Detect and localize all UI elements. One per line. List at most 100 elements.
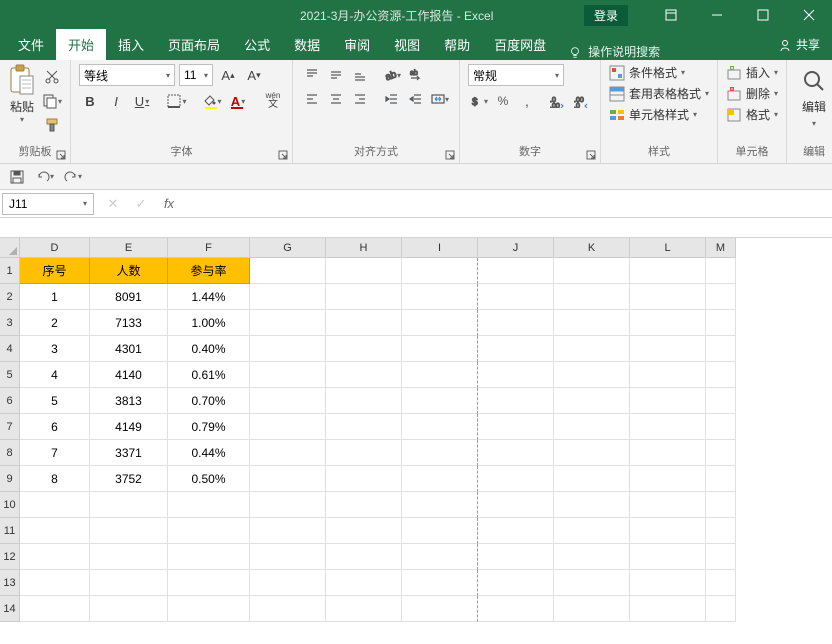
cell-J3[interactable] bbox=[478, 310, 554, 336]
cell-K2[interactable] bbox=[554, 284, 630, 310]
cell-H12[interactable] bbox=[326, 544, 402, 570]
number-dialog-launcher[interactable] bbox=[586, 147, 598, 159]
editing-button[interactable]: 编辑 ▾ bbox=[795, 64, 832, 128]
cell-E14[interactable] bbox=[90, 596, 168, 622]
tab-layout[interactable]: 页面布局 bbox=[156, 29, 232, 60]
column-header[interactable]: K bbox=[554, 238, 630, 258]
cell-H5[interactable] bbox=[326, 362, 402, 388]
cell-J7[interactable] bbox=[478, 414, 554, 440]
cell-K13[interactable] bbox=[554, 570, 630, 596]
align-middle-button[interactable] bbox=[325, 64, 347, 86]
cell-K5[interactable] bbox=[554, 362, 630, 388]
format-painter-button[interactable] bbox=[42, 116, 62, 134]
cell-styles-button[interactable]: 单元格样式 ▾ bbox=[609, 106, 709, 123]
cell-L9[interactable] bbox=[630, 466, 706, 492]
cell-M10[interactable] bbox=[706, 492, 736, 518]
cell-I11[interactable] bbox=[402, 518, 478, 544]
cell-F1[interactable]: 参与率 bbox=[168, 258, 250, 284]
row-header[interactable]: 10 bbox=[0, 492, 20, 518]
align-right-button[interactable] bbox=[349, 88, 371, 110]
save-button[interactable] bbox=[6, 166, 28, 188]
cell-D6[interactable]: 5 bbox=[20, 388, 90, 414]
cell-G3[interactable] bbox=[250, 310, 326, 336]
cell-M12[interactable] bbox=[706, 544, 736, 570]
cell-M1[interactable] bbox=[706, 258, 736, 284]
wrap-text-button[interactable]: ab bbox=[405, 64, 427, 86]
cell-L10[interactable] bbox=[630, 492, 706, 518]
cell-K4[interactable] bbox=[554, 336, 630, 362]
cell-H6[interactable] bbox=[326, 388, 402, 414]
cell-L12[interactable] bbox=[630, 544, 706, 570]
cell-I4[interactable] bbox=[402, 336, 478, 362]
cell-M5[interactable] bbox=[706, 362, 736, 388]
cell-G1[interactable] bbox=[250, 258, 326, 284]
row-header[interactable]: 7 bbox=[0, 414, 20, 440]
format-as-table-button[interactable]: 套用表格格式 ▾ bbox=[609, 85, 709, 102]
cell-F11[interactable] bbox=[168, 518, 250, 544]
row-header[interactable]: 2 bbox=[0, 284, 20, 310]
bold-button[interactable]: B bbox=[79, 90, 101, 112]
cell-K7[interactable] bbox=[554, 414, 630, 440]
cell-K9[interactable] bbox=[554, 466, 630, 492]
increase-font-button[interactable]: A▴ bbox=[217, 64, 239, 86]
font-name-combo[interactable]: 等线▾ bbox=[79, 64, 175, 86]
cell-E13[interactable] bbox=[90, 570, 168, 596]
cell-D9[interactable]: 8 bbox=[20, 466, 90, 492]
row-header[interactable]: 9 bbox=[0, 466, 20, 492]
cell-G6[interactable] bbox=[250, 388, 326, 414]
column-header[interactable]: H bbox=[326, 238, 402, 258]
cell-M8[interactable] bbox=[706, 440, 736, 466]
column-header[interactable]: G bbox=[250, 238, 326, 258]
cell-M2[interactable] bbox=[706, 284, 736, 310]
row-header[interactable]: 14 bbox=[0, 596, 20, 622]
cell-H3[interactable] bbox=[326, 310, 402, 336]
cell-L13[interactable] bbox=[630, 570, 706, 596]
cell-F10[interactable] bbox=[168, 492, 250, 518]
cancel-formula-button[interactable]: ✕ bbox=[104, 196, 122, 212]
cell-D14[interactable] bbox=[20, 596, 90, 622]
tab-insert[interactable]: 插入 bbox=[106, 29, 156, 60]
cells-area[interactable]: 序号人数参与率180911.44%271331.00%343010.40%441… bbox=[20, 258, 832, 622]
cell-E5[interactable]: 4140 bbox=[90, 362, 168, 388]
comma-format-button[interactable]: , bbox=[516, 90, 538, 112]
cell-M7[interactable] bbox=[706, 414, 736, 440]
align-left-button[interactable] bbox=[301, 88, 323, 110]
cell-D2[interactable]: 1 bbox=[20, 284, 90, 310]
cell-D4[interactable]: 3 bbox=[20, 336, 90, 362]
spreadsheet-grid[interactable]: 1 2 3 4 5 6 7 8 9 10 11 12 13 14 D E F G… bbox=[0, 238, 832, 644]
cell-I10[interactable] bbox=[402, 492, 478, 518]
row-header[interactable]: 12 bbox=[0, 544, 20, 570]
phonetic-button[interactable]: wén文 bbox=[262, 90, 284, 112]
cell-E6[interactable]: 3813 bbox=[90, 388, 168, 414]
cell-G7[interactable] bbox=[250, 414, 326, 440]
cell-M6[interactable] bbox=[706, 388, 736, 414]
cell-H10[interactable] bbox=[326, 492, 402, 518]
cell-M11[interactable] bbox=[706, 518, 736, 544]
cell-D10[interactable] bbox=[20, 492, 90, 518]
cell-F8[interactable]: 0.44% bbox=[168, 440, 250, 466]
cell-H8[interactable] bbox=[326, 440, 402, 466]
cell-F7[interactable]: 0.79% bbox=[168, 414, 250, 440]
accounting-format-button[interactable]: $▾ bbox=[468, 90, 490, 112]
cell-J10[interactable] bbox=[478, 492, 554, 518]
cell-G12[interactable] bbox=[250, 544, 326, 570]
cell-L7[interactable] bbox=[630, 414, 706, 440]
tell-me[interactable]: 操作说明搜索 bbox=[568, 43, 660, 60]
cell-H4[interactable] bbox=[326, 336, 402, 362]
cell-E4[interactable]: 4301 bbox=[90, 336, 168, 362]
cell-F12[interactable] bbox=[168, 544, 250, 570]
cell-L11[interactable] bbox=[630, 518, 706, 544]
cell-K10[interactable] bbox=[554, 492, 630, 518]
column-header[interactable]: M bbox=[706, 238, 736, 258]
cell-E11[interactable] bbox=[90, 518, 168, 544]
cell-I5[interactable] bbox=[402, 362, 478, 388]
cell-L6[interactable] bbox=[630, 388, 706, 414]
login-button[interactable]: 登录 bbox=[584, 5, 628, 26]
cell-G9[interactable] bbox=[250, 466, 326, 492]
cell-H13[interactable] bbox=[326, 570, 402, 596]
cell-E10[interactable] bbox=[90, 492, 168, 518]
cell-E12[interactable] bbox=[90, 544, 168, 570]
cell-G4[interactable] bbox=[250, 336, 326, 362]
number-format-combo[interactable]: 常规▾ bbox=[468, 64, 564, 86]
cell-E1[interactable]: 人数 bbox=[90, 258, 168, 284]
